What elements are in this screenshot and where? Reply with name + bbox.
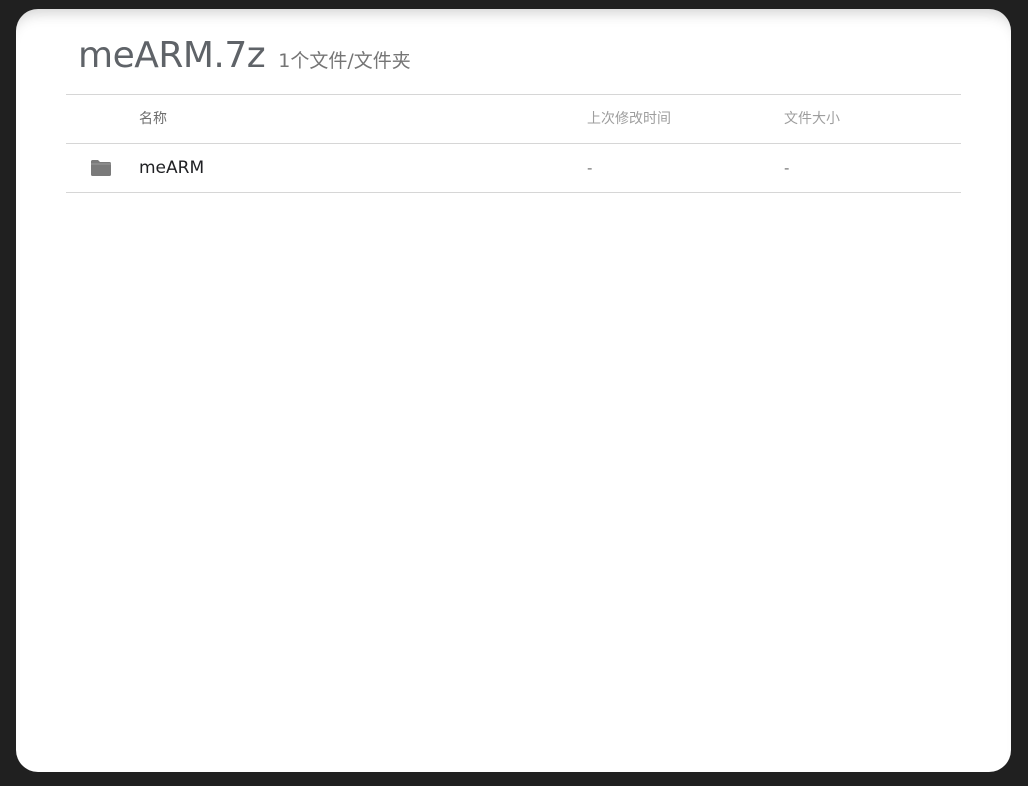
folder-icon: [90, 144, 114, 192]
column-header-modified[interactable]: 上次修改时间: [587, 95, 671, 143]
table-header-row: 名称 上次修改时间 文件大小: [66, 94, 961, 143]
file-size: -: [784, 159, 790, 177]
archive-title: meARM.7z: [78, 35, 266, 76]
column-header-name[interactable]: 名称: [139, 95, 167, 143]
header: meARM.7z 1个文件/文件夹: [78, 35, 411, 76]
archive-viewer-panel: meARM.7z 1个文件/文件夹 名称 上次修改时间 文件大小 meARM -…: [16, 9, 1011, 772]
column-header-size[interactable]: 文件大小: [784, 95, 840, 143]
item-count: 1个文件/文件夹: [278, 50, 411, 72]
file-name[interactable]: meARM: [139, 144, 204, 192]
file-table: 名称 上次修改时间 文件大小 meARM - -: [66, 94, 961, 193]
file-modified: -: [587, 159, 593, 177]
table-row[interactable]: meARM - -: [66, 143, 961, 193]
